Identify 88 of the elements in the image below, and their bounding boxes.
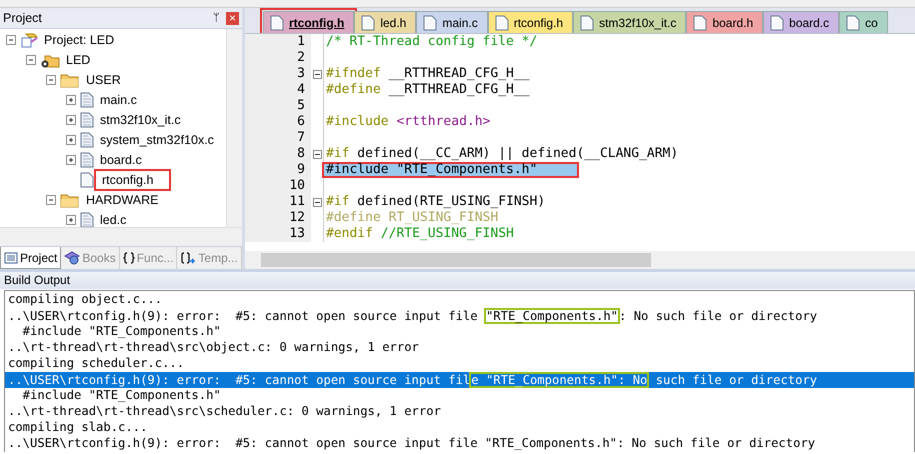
file-icon [361, 14, 376, 30]
file-icon [80, 132, 94, 148]
scrollbar[interactable] [0, 227, 242, 246]
tree-item[interactable]: board.c [98, 153, 144, 167]
fold-icon[interactable] [312, 198, 322, 206]
file-icon [846, 14, 860, 30]
line-number: 2 [245, 50, 311, 66]
file-icon [494, 14, 509, 30]
tree-item[interactable]: LED [64, 53, 92, 67]
tree-item[interactable]: USER [84, 73, 123, 87]
file-icon [80, 212, 94, 227]
folder-icon [60, 192, 80, 208]
expand-icon[interactable] [66, 215, 76, 225]
tree-item[interactable]: system_stm32f10x.c [98, 133, 216, 147]
code-line: #define __RTTHREAD_CFG_H__ [325, 82, 530, 98]
output-line[interactable]: ..\USER\rtconfig.h(9): error: #5: cannot open source input file "RTE_Components.h": No such file or directory [5, 436, 914, 452]
tree-item[interactable]: HARDWARE [84, 193, 160, 207]
code-line: #include <rtthread.h> [325, 114, 490, 130]
file-icon [80, 152, 94, 168]
fold-icon[interactable] [312, 70, 322, 78]
project-tab-icon [4, 252, 18, 264]
tree-item[interactable]: Project: LED [42, 33, 116, 47]
collapse-icon[interactable] [26, 55, 36, 65]
project-icon [20, 32, 38, 48]
line-number: 6 [245, 114, 311, 130]
line-number: 5 [245, 98, 311, 114]
output-line[interactable]: ..\USER\rtconfig.h(9): error: #5: cannot open source input file "RTE_Components.h": No such file or directory [5, 308, 914, 324]
output-line[interactable]: ..\rt-thread\rt-thread\src\scheduler.c: 0 warnings, 1 error [5, 404, 914, 420]
output-line[interactable]: compiling slab.c... [5, 420, 914, 436]
code-line: #ifndef __RTTHREAD_CFG_H__ [325, 66, 530, 82]
file-icon [80, 112, 94, 128]
scrollbar[interactable] [245, 251, 915, 269]
file-tab[interactable]: board.h [686, 11, 764, 33]
tree-item[interactable]: led.c [98, 213, 128, 227]
line-number: 8 [245, 146, 311, 162]
file-icon [580, 14, 594, 30]
scrollbar[interactable] [226, 29, 242, 227]
file-icon [693, 14, 708, 30]
tree-item[interactable]: main.c [98, 93, 139, 107]
output-line[interactable]: #include "RTE_Components.h" [5, 388, 914, 404]
line-number: 12 [245, 210, 311, 226]
file-tab[interactable]: board.c [763, 11, 840, 33]
panel-title: Build Output [0, 272, 915, 289]
file-tab[interactable]: stm32f10x_it.c [573, 11, 686, 33]
file-tab[interactable]: rtconfig.h [488, 11, 574, 33]
code-line: #define RT_USING_FINSH [325, 210, 498, 226]
line-number: 4 [245, 82, 311, 98]
code-line: #endif //RTE_USING_FINSH [325, 226, 514, 242]
file-tab[interactable]: led.h [354, 11, 416, 33]
line-number: 3 [245, 66, 311, 82]
file-tab[interactable]: rtconfig.h [263, 11, 354, 33]
folder-icon [60, 72, 80, 88]
code-line: #if defined(__CC_ARM) || defined(__CLANG_ARM) [325, 146, 678, 162]
code-line: /* RT-Thread config file */ [325, 34, 538, 50]
file-icon [423, 14, 438, 30]
code-line: #if defined(RTE_USING_FINSH) [325, 194, 546, 210]
line-number: 10 [245, 178, 311, 194]
close-button[interactable]: × [226, 12, 239, 24]
output-line[interactable]: #include "RTE_Components.h" [5, 324, 914, 340]
file-icon [770, 14, 784, 30]
file-icon [270, 14, 284, 30]
output-line[interactable]: compiling scheduler.c... [5, 356, 914, 372]
collapse-icon[interactable] [46, 195, 56, 205]
line-number: 1 [245, 34, 311, 50]
books-icon [64, 251, 80, 265]
line-number: 13 [245, 226, 311, 242]
expand-icon[interactable] [66, 135, 76, 145]
line-number: 11 [245, 194, 311, 210]
expand-icon[interactable] [66, 155, 76, 165]
template-icon [180, 252, 196, 264]
panel-tab[interactable]: Project [0, 247, 62, 269]
panel-title: Project [3, 11, 43, 25]
file-tab[interactable]: co [839, 11, 888, 33]
output-line[interactable]: compiling object.c... [5, 292, 914, 308]
file-icon [80, 172, 94, 188]
expand-icon[interactable] [66, 115, 76, 125]
pin-button[interactable]: ᛘ [213, 12, 220, 24]
output-line[interactable]: ..\rt-thread\rt-thread\src\object.c: 0 warnings, 1 error [5, 340, 914, 356]
file-tab[interactable]: main.c [416, 11, 488, 33]
fold-icon[interactable] [312, 150, 322, 158]
line-number: 7 [245, 130, 311, 146]
braces-icon [122, 252, 135, 264]
collapse-icon[interactable] [6, 35, 16, 45]
collapse-icon[interactable] [46, 75, 56, 85]
line-number: 9 [245, 162, 311, 178]
tree-item[interactable]: stm32f10x_it.c [98, 113, 183, 127]
expand-icon[interactable] [66, 95, 76, 105]
file-icon [80, 92, 94, 108]
